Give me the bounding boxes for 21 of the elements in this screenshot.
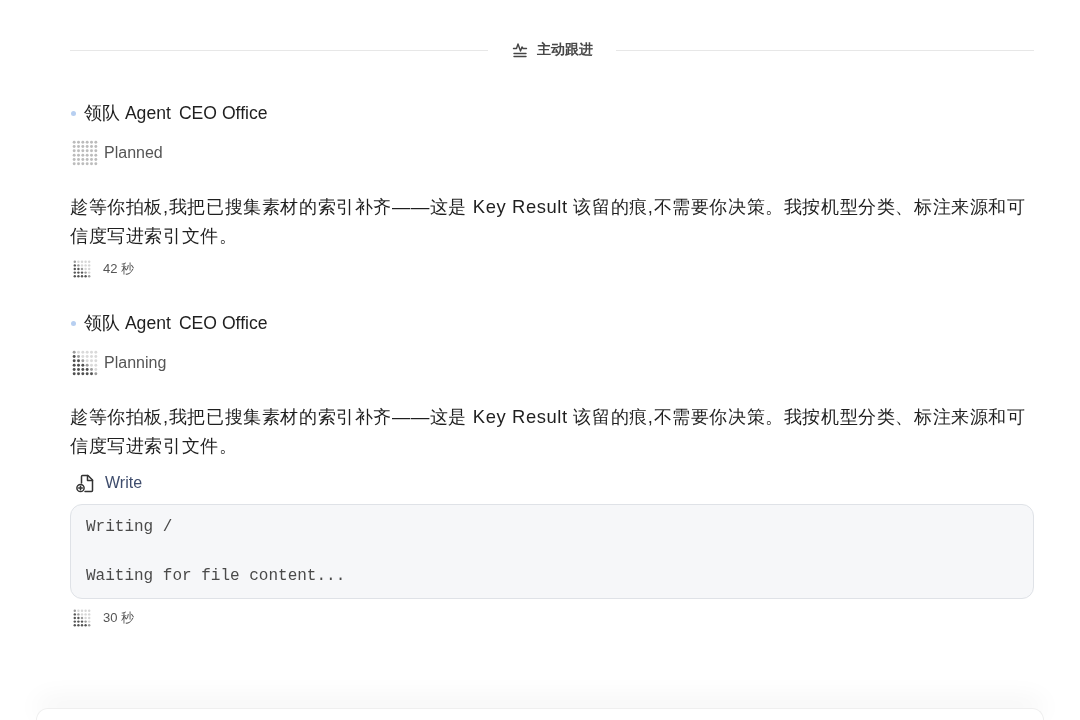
status-dot-icon [71, 320, 76, 326]
file-plus-icon [76, 473, 94, 493]
dot-matrix-icon [73, 608, 91, 627]
message-text: 趁等你拍板,我把已搜集素材的索引补齐——这是 Key Result 该留的痕,不需要你决策。我按机型分类、标注来源和可信度写进索引文件。 [70, 405, 1027, 458]
status-label: Planning [104, 354, 167, 372]
agent-role: 领队 Agent [84, 102, 171, 125]
duration-label: 42 秒 [103, 260, 135, 278]
agent-name: CEO Office [178, 102, 268, 124]
tool-name: Write [105, 474, 143, 492]
dot-matrix-icon [72, 140, 98, 166]
duration-label: 30 秒 [103, 608, 135, 627]
status-label: Planned [104, 144, 163, 162]
agent-name: CEO Office [178, 312, 268, 334]
status-dot-icon [71, 110, 76, 116]
agent-role: 领队 Agent [84, 312, 171, 335]
dot-matrix-icon [73, 260, 91, 278]
pulse-lines-icon [512, 42, 528, 58]
file-output-box: Writing / Waiting for file content... [70, 504, 1034, 599]
dot-matrix-icon [72, 350, 98, 376]
message-text: 趁等你拍板,我把已搜集素材的索引补齐——这是 Key Result 该留的痕,不需要你决策。我按机型分类、标注来源和可信度写进索引文件。 [70, 195, 1027, 248]
section-label: 主动跟进 [537, 41, 593, 59]
